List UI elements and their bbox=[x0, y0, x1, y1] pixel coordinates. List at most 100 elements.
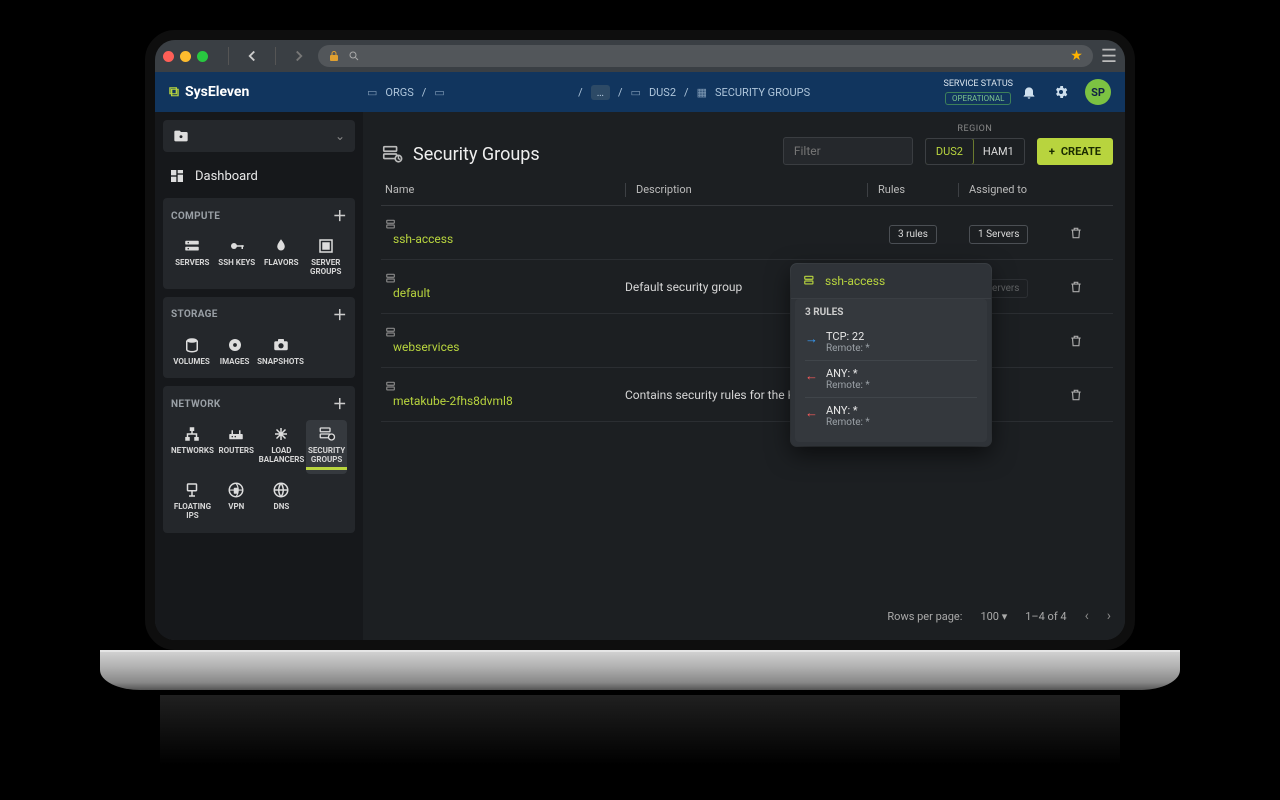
region-label: REGION bbox=[957, 124, 992, 134]
sidebar-item-flavors[interactable]: FLAVORS bbox=[260, 232, 303, 281]
col-description[interactable]: Description bbox=[636, 183, 867, 197]
region-ham1[interactable]: HAM1 bbox=[973, 139, 1024, 164]
folder-icon bbox=[173, 128, 189, 144]
crumb-ellipsis[interactable]: … bbox=[591, 85, 610, 100]
assigned-badge[interactable]: 1 Servers bbox=[969, 225, 1028, 244]
notifications-icon[interactable] bbox=[1021, 84, 1045, 100]
pagination-range: 1–4 of 4 bbox=[1025, 610, 1066, 623]
delete-icon[interactable] bbox=[1069, 388, 1109, 402]
networks-icon bbox=[183, 424, 201, 444]
sidebar-item-label: SECURITY GROUPS bbox=[306, 447, 347, 470]
rule-remote: Remote: * bbox=[826, 343, 870, 354]
crumb-page[interactable]: SECURITY GROUPS bbox=[715, 86, 810, 99]
project-selector[interactable]: ⌄ bbox=[163, 120, 355, 152]
ingress-arrow-icon: → bbox=[805, 331, 818, 347]
settings-gear-icon[interactable] bbox=[1053, 84, 1077, 100]
sidebar: ⌄ Dashboard COMPUTE ＋ SERVERSSSH KEYS FLAVO… bbox=[155, 112, 363, 640]
servers-icon bbox=[183, 236, 201, 256]
rows-per-page-select[interactable]: 100 ▾ bbox=[980, 610, 1007, 623]
project-icon: ▭ bbox=[631, 86, 641, 99]
security-groups-icon bbox=[381, 143, 403, 165]
service-status[interactable]: SERVICE STATUS OPERATIONAL bbox=[943, 79, 1013, 105]
egress-arrow-icon: ← bbox=[805, 368, 818, 384]
table-row[interactable]: metakube-2fhs8dvml8 Contains security ru… bbox=[381, 368, 1113, 422]
egress-arrow-icon: ← bbox=[805, 405, 818, 421]
security-group-icon bbox=[385, 326, 625, 340]
sidebar-item-server-groups[interactable]: SERVER GROUPS bbox=[305, 232, 348, 281]
page-title-text: Security Groups bbox=[413, 144, 540, 165]
address-bar[interactable]: ★ bbox=[318, 45, 1093, 67]
next-page-button[interactable]: › bbox=[1107, 608, 1111, 624]
sidebar-item-snapshots[interactable]: SNAPSHOTS bbox=[257, 331, 304, 371]
sidebar-item-ssh-keys[interactable]: SSH KEYS bbox=[216, 232, 259, 281]
delete-icon[interactable] bbox=[1069, 226, 1109, 240]
images-icon bbox=[226, 335, 244, 355]
col-rules[interactable]: Rules bbox=[878, 183, 958, 197]
routers-icon bbox=[227, 424, 245, 444]
sidebar-item-label: VPN bbox=[228, 503, 244, 512]
sidebar-item-floating-ips[interactable]: FLOATING IPS bbox=[171, 476, 214, 525]
prev-page-button[interactable]: ‹ bbox=[1085, 608, 1089, 624]
back-button[interactable] bbox=[241, 45, 263, 67]
add-icon[interactable]: ＋ bbox=[333, 305, 347, 325]
security-group-icon bbox=[385, 272, 625, 286]
flavors-icon bbox=[272, 236, 290, 256]
forward-button[interactable] bbox=[288, 45, 310, 67]
security-group-icon bbox=[385, 380, 625, 394]
chevron-down-icon: ⌄ bbox=[335, 129, 345, 143]
minimize-window-icon[interactable] bbox=[180, 51, 191, 62]
avatar[interactable]: SP bbox=[1085, 79, 1111, 105]
section-title: COMPUTE bbox=[171, 211, 220, 222]
create-button[interactable]: + CREATE bbox=[1037, 138, 1113, 165]
delete-icon[interactable] bbox=[1069, 280, 1109, 294]
crumb-orgs[interactable]: ORGS bbox=[385, 86, 413, 99]
browser-menu-icon[interactable]: ☰ bbox=[1101, 46, 1117, 67]
separator bbox=[275, 47, 276, 65]
sidebar-item-label: LOAD BALANCERS bbox=[259, 447, 305, 465]
add-icon[interactable]: ＋ bbox=[333, 394, 347, 414]
filter-input[interactable] bbox=[783, 137, 913, 165]
sidebar-item-label: SNAPSHOTS bbox=[257, 358, 304, 367]
sidebar-item-servers[interactable]: SERVERS bbox=[171, 232, 214, 281]
sidebar-item-routers[interactable]: ROUTERS bbox=[216, 420, 257, 474]
sidebar-item-vpn[interactable]: VPN bbox=[216, 476, 257, 525]
region-dus2[interactable]: DUS2 bbox=[925, 138, 974, 165]
add-icon[interactable]: ＋ bbox=[333, 206, 347, 226]
dns-icon bbox=[272, 480, 290, 500]
brand[interactable]: ⧉ SysEleven bbox=[169, 84, 359, 100]
sidebar-item-load-balancers[interactable]: LOAD BALANCERS bbox=[259, 420, 305, 474]
close-window-icon[interactable] bbox=[163, 51, 174, 62]
security-groups-icon bbox=[318, 424, 336, 444]
col-name[interactable]: Name bbox=[385, 183, 625, 197]
service-status-label: SERVICE STATUS bbox=[943, 79, 1013, 90]
sidebar-item-images[interactable]: IMAGES bbox=[214, 331, 255, 371]
delete-icon[interactable] bbox=[1069, 334, 1109, 348]
table-row[interactable]: default Default security group 4 rules 1… bbox=[381, 260, 1113, 314]
project-icon: ▭ bbox=[434, 86, 444, 99]
sidebar-item-dns[interactable]: DNS bbox=[259, 476, 305, 525]
sidebar-section-storage: STORAGE ＋ VOLUMES IMAGES SNAPSHOTS bbox=[163, 297, 355, 379]
rules-tooltip: ssh-access 3 RULES → TCP: 22Remote: *← A… bbox=[791, 264, 991, 446]
section-title: STORAGE bbox=[171, 309, 218, 320]
table-row[interactable]: ssh-access 3 rules 1 Servers bbox=[381, 206, 1113, 260]
table-row[interactable]: webservices bbox=[381, 314, 1113, 368]
rule-remote: Remote: * bbox=[826, 417, 870, 428]
sidebar-item-networks[interactable]: NETWORKS bbox=[171, 420, 214, 474]
volumes-icon bbox=[183, 335, 201, 355]
crumb-project[interactable]: DUS2 bbox=[649, 86, 676, 99]
sidebar-item-label: IMAGES bbox=[220, 358, 250, 367]
laptop-reflection bbox=[160, 695, 1120, 765]
sidebar-item-volumes[interactable]: VOLUMES bbox=[171, 331, 212, 371]
sidebar-dashboard-label: Dashboard bbox=[195, 169, 258, 184]
server-groups-icon bbox=[317, 236, 335, 256]
rules-badge[interactable]: 3 rules bbox=[889, 225, 937, 244]
maximize-window-icon[interactable] bbox=[197, 51, 208, 62]
bookmark-star-icon[interactable]: ★ bbox=[1070, 48, 1083, 64]
sidebar-item-security-groups[interactable]: SECURITY GROUPS bbox=[306, 420, 347, 474]
sidebar-item-label: FLAVORS bbox=[264, 259, 299, 268]
security-group-icon bbox=[385, 218, 625, 232]
sidebar-dashboard[interactable]: Dashboard bbox=[163, 160, 355, 192]
security-group-icon: ▦ bbox=[697, 86, 707, 99]
col-assigned[interactable]: Assigned to bbox=[969, 183, 1069, 197]
brand-icon: ⧉ bbox=[169, 84, 179, 100]
